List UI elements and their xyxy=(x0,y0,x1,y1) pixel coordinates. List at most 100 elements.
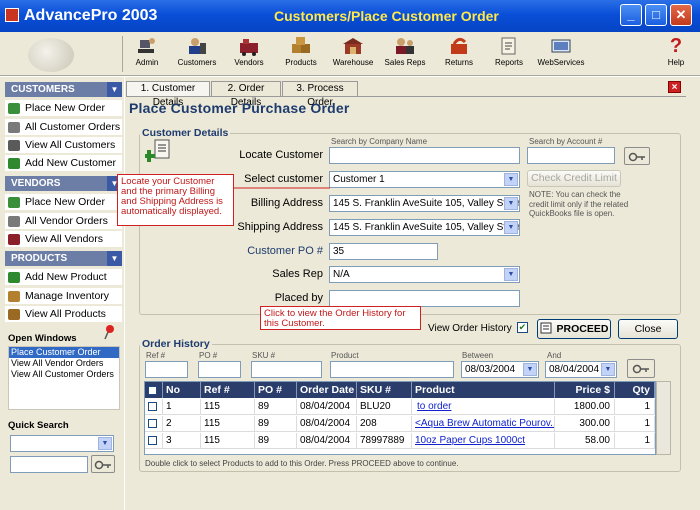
chevron-down-icon[interactable]: ▼ xyxy=(523,363,537,376)
vendors-section-header[interactable]: VENDORS ▼ xyxy=(5,176,122,191)
title-bar: AdvancePro 2003 Customers/Place Customer… xyxy=(0,0,700,32)
column-header[interactable]: SKU # xyxy=(357,382,412,398)
sidebar-item-place-new-order[interactable]: Place New Order xyxy=(5,100,122,117)
company-name-search-input[interactable] xyxy=(329,147,520,164)
sidebar-item-manage-inventory[interactable]: Manage Inventory xyxy=(5,288,122,305)
pushpin-icon[interactable] xyxy=(103,324,115,340)
sidebar-item-add-new-product[interactable]: Add New Product xyxy=(5,269,122,286)
sidebar-item-label: Add New Product xyxy=(25,271,107,283)
toolbar-vendors-button[interactable]: Vendors xyxy=(224,34,274,74)
history-search-key-button[interactable] xyxy=(627,359,655,378)
close-form-icon[interactable]: × xyxy=(668,81,681,93)
chevron-down-icon[interactable]: ▼ xyxy=(504,221,518,234)
cell-product-link[interactable]: <Aqua Brew Automatic Pourov... xyxy=(412,416,555,432)
column-header[interactable]: Price $ xyxy=(555,382,615,398)
proceed-button[interactable]: PROCEED xyxy=(537,319,611,339)
toolbar-admin-button[interactable]: Admin xyxy=(122,34,172,74)
product-filter-input[interactable] xyxy=(330,361,454,378)
billing-address-dropdown[interactable]: 145 S. Franklin AveSuite 105, Valley Str… xyxy=(329,195,520,212)
table-scrollbar[interactable] xyxy=(656,381,671,455)
placed-by-input[interactable] xyxy=(329,290,520,307)
quick-search-type-select[interactable]: ▼ xyxy=(10,435,114,452)
customers-section-header[interactable]: CUSTOMERS ▼ xyxy=(5,82,122,97)
customers-icon xyxy=(189,38,206,54)
quick-search-input[interactable] xyxy=(10,456,88,473)
cell-product-link[interactable]: 10oz Paper Cups 1000ct xyxy=(412,433,555,449)
customer-search-key-button[interactable] xyxy=(624,147,650,165)
app-title: AdvancePro 2003 xyxy=(24,7,158,24)
products-section-header[interactable]: PRODUCTS ▼ xyxy=(5,251,122,266)
order-history-table[interactable]: No Ref # PO # Order Date SKU # Product P… xyxy=(144,381,656,455)
table-row[interactable] xyxy=(145,399,163,415)
tab-order-details[interactable]: 2. Order Details xyxy=(211,81,281,108)
chevron-down-icon[interactable]: ▼ xyxy=(98,437,112,450)
select-customer-dropdown[interactable]: Customer 1 ▼ xyxy=(329,171,520,188)
toolbar-returns-button[interactable]: Returns xyxy=(434,34,484,74)
toolbar-warehouse-button[interactable]: Warehouse xyxy=(328,34,378,74)
column-header[interactable]: Order Date xyxy=(297,382,357,398)
sidebar-item-vendor-place-new-order[interactable]: Place New Order xyxy=(5,194,122,211)
row-checkbox[interactable] xyxy=(148,435,157,445)
column-header[interactable]: No xyxy=(163,382,201,398)
shipping-address-dropdown[interactable]: 145 S. Franklin AveSuite 105, Valley Str… xyxy=(329,219,520,236)
table-row[interactable] xyxy=(145,416,163,432)
sidebar-item-view-all-products[interactable]: View All Products xyxy=(5,306,122,323)
column-header[interactable]: PO # xyxy=(255,382,297,398)
chevron-down-icon[interactable]: ▼ xyxy=(504,197,518,210)
warehouse-icon xyxy=(343,38,363,54)
open-window-item[interactable]: View All Customer Orders xyxy=(9,369,119,380)
sales-rep-dropdown[interactable]: N/A ▼ xyxy=(329,266,520,283)
toolbar-customers-button[interactable]: Customers xyxy=(172,34,222,74)
sidebar-item-add-new-customer[interactable]: Add New Customer xyxy=(5,155,122,172)
po-filter-input[interactable] xyxy=(198,361,241,378)
tab-customer-details[interactable]: 1. Customer Details xyxy=(126,81,210,108)
new-customer-icon[interactable] xyxy=(143,138,175,166)
close-window-button[interactable]: ✕ xyxy=(670,4,692,26)
open-windows-list[interactable]: Place Customer Order View All Vendor Ord… xyxy=(8,346,120,410)
chevron-down-icon[interactable]: ▼ xyxy=(601,363,615,376)
tab-process-order[interactable]: 3. Process Order xyxy=(282,81,358,108)
select-all-checkbox[interactable] xyxy=(148,385,157,395)
column-header[interactable]: Ref # xyxy=(201,382,255,398)
select-all-header[interactable] xyxy=(145,382,163,398)
sidebar-item-label: View All Products xyxy=(25,308,106,320)
close-button[interactable]: Close xyxy=(618,319,678,339)
sku-filter-input[interactable] xyxy=(251,361,322,378)
toolbar-sales-reps-button[interactable]: Sales Reps xyxy=(380,34,430,74)
sidebar-item-all-customer-orders[interactable]: All Customer Orders xyxy=(5,119,122,136)
collapse-arrow-icon[interactable]: ▼ xyxy=(107,82,122,97)
cell-po: 89 xyxy=(255,399,297,415)
row-checkbox[interactable] xyxy=(148,401,157,411)
key-icon xyxy=(628,152,645,162)
collapse-arrow-icon[interactable]: ▼ xyxy=(107,251,122,266)
table-row[interactable] xyxy=(145,433,163,449)
cell-product-link[interactable]: to order xyxy=(412,399,555,415)
and-date-picker[interactable]: 08/04/2004 ▼ xyxy=(545,361,617,378)
sidebar-item-view-all-vendors[interactable]: View All Vendors xyxy=(5,231,122,248)
chevron-down-icon[interactable]: ▼ xyxy=(504,173,518,186)
toolbar-webservices-button[interactable]: WebServices xyxy=(536,34,586,74)
customer-po-input[interactable]: 35 xyxy=(329,243,438,260)
check-credit-limit-button[interactable]: Check Credit Limit xyxy=(527,170,621,187)
quick-search-key-button[interactable] xyxy=(91,455,115,473)
chevron-down-icon[interactable]: ▼ xyxy=(504,268,518,281)
toolbar-help-button[interactable]: ? Help xyxy=(654,34,698,74)
minimize-button[interactable]: _ xyxy=(620,4,642,26)
account-number-search-input[interactable] xyxy=(527,147,615,164)
view-order-history-checkbox[interactable]: ✔ xyxy=(517,322,528,333)
orders-list-icon xyxy=(8,122,20,133)
column-header[interactable]: Product xyxy=(412,382,555,398)
sidebar-item-view-all-customers[interactable]: View All Customers xyxy=(5,137,122,154)
open-window-item[interactable]: Place Customer Order xyxy=(9,347,119,358)
open-window-item[interactable]: View All Vendor Orders xyxy=(9,358,119,369)
ref-filter-input[interactable] xyxy=(145,361,188,378)
column-header[interactable]: Qty xyxy=(615,382,655,398)
toolbar-products-button[interactable]: Products xyxy=(276,34,326,74)
row-checkbox[interactable] xyxy=(148,418,157,428)
toolbar-reports-button[interactable]: Reports xyxy=(484,34,534,74)
cell-price: 300.00 xyxy=(555,416,615,432)
sales-reps-icon xyxy=(396,38,414,54)
sidebar-item-all-vendor-orders[interactable]: All Vendor Orders xyxy=(5,213,122,230)
maximize-button[interactable]: □ xyxy=(645,4,667,26)
between-date-picker[interactable]: 08/03/2004 ▼ xyxy=(461,361,539,378)
